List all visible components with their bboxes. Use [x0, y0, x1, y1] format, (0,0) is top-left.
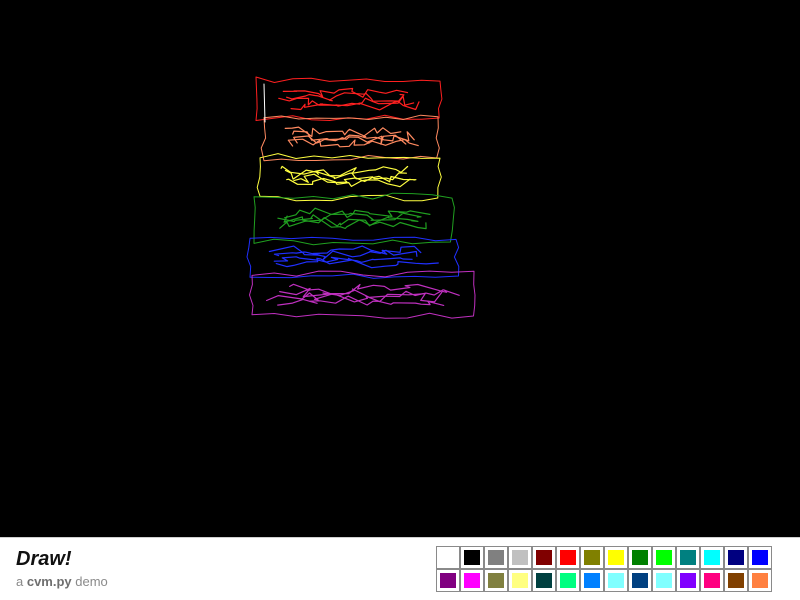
app-subtitle: a cvm.py demo: [16, 574, 108, 590]
subtitle-prefix: a: [16, 574, 27, 589]
color-swatch[interactable]: [436, 569, 460, 592]
color-swatch[interactable]: [580, 569, 604, 592]
scribble-outline: [255, 76, 443, 121]
color-swatch[interactable]: [748, 546, 772, 569]
color-swatch[interactable]: [508, 546, 532, 569]
canvas-strokes: [246, 76, 476, 319]
scribble-fill: [289, 283, 448, 295]
scribble-mark: [263, 83, 266, 123]
color-palette: [436, 546, 772, 592]
scribble-fill: [277, 211, 422, 223]
color-swatch[interactable]: [580, 546, 604, 569]
app-title: Draw!: [16, 548, 72, 570]
color-swatch[interactable]: [556, 546, 580, 569]
library-name: cvm.py: [26, 574, 72, 589]
color-swatch[interactable]: [676, 569, 700, 592]
color-swatch[interactable]: [652, 569, 676, 592]
color-swatch[interactable]: [460, 569, 484, 592]
color-swatch[interactable]: [628, 569, 652, 592]
color-swatch[interactable]: [508, 569, 532, 592]
color-swatch[interactable]: [460, 546, 484, 569]
color-swatch[interactable]: [556, 569, 580, 592]
scribble-fill: [283, 207, 431, 219]
draw-app: Draw! a cvm.py demo: [0, 0, 800, 600]
color-swatch[interactable]: [724, 569, 748, 592]
color-swatch[interactable]: [532, 569, 556, 592]
color-swatch[interactable]: [748, 569, 772, 592]
color-swatch[interactable]: [604, 569, 628, 592]
color-swatch[interactable]: [532, 546, 556, 569]
scribble-fill: [279, 219, 427, 230]
drawing-canvas[interactable]: [0, 0, 800, 537]
scribble-fill: [275, 257, 439, 269]
color-swatch[interactable]: [700, 569, 724, 592]
color-swatch[interactable]: [724, 546, 748, 569]
scribble-fill: [287, 138, 419, 148]
bottom-toolbar: Draw! a cvm.py demo: [0, 537, 800, 600]
color-swatch[interactable]: [628, 546, 652, 569]
color-swatch[interactable]: [484, 546, 508, 569]
color-swatch[interactable]: [436, 546, 460, 569]
scribble-fill: [286, 92, 405, 102]
color-swatch[interactable]: [604, 546, 628, 569]
color-swatch[interactable]: [652, 546, 676, 569]
scribble-outline: [249, 270, 476, 319]
color-swatch[interactable]: [700, 546, 724, 569]
subtitle-suffix: demo: [71, 574, 108, 589]
color-swatch[interactable]: [676, 546, 700, 569]
color-swatch[interactable]: [484, 569, 508, 592]
scribble-fill: [284, 169, 407, 181]
